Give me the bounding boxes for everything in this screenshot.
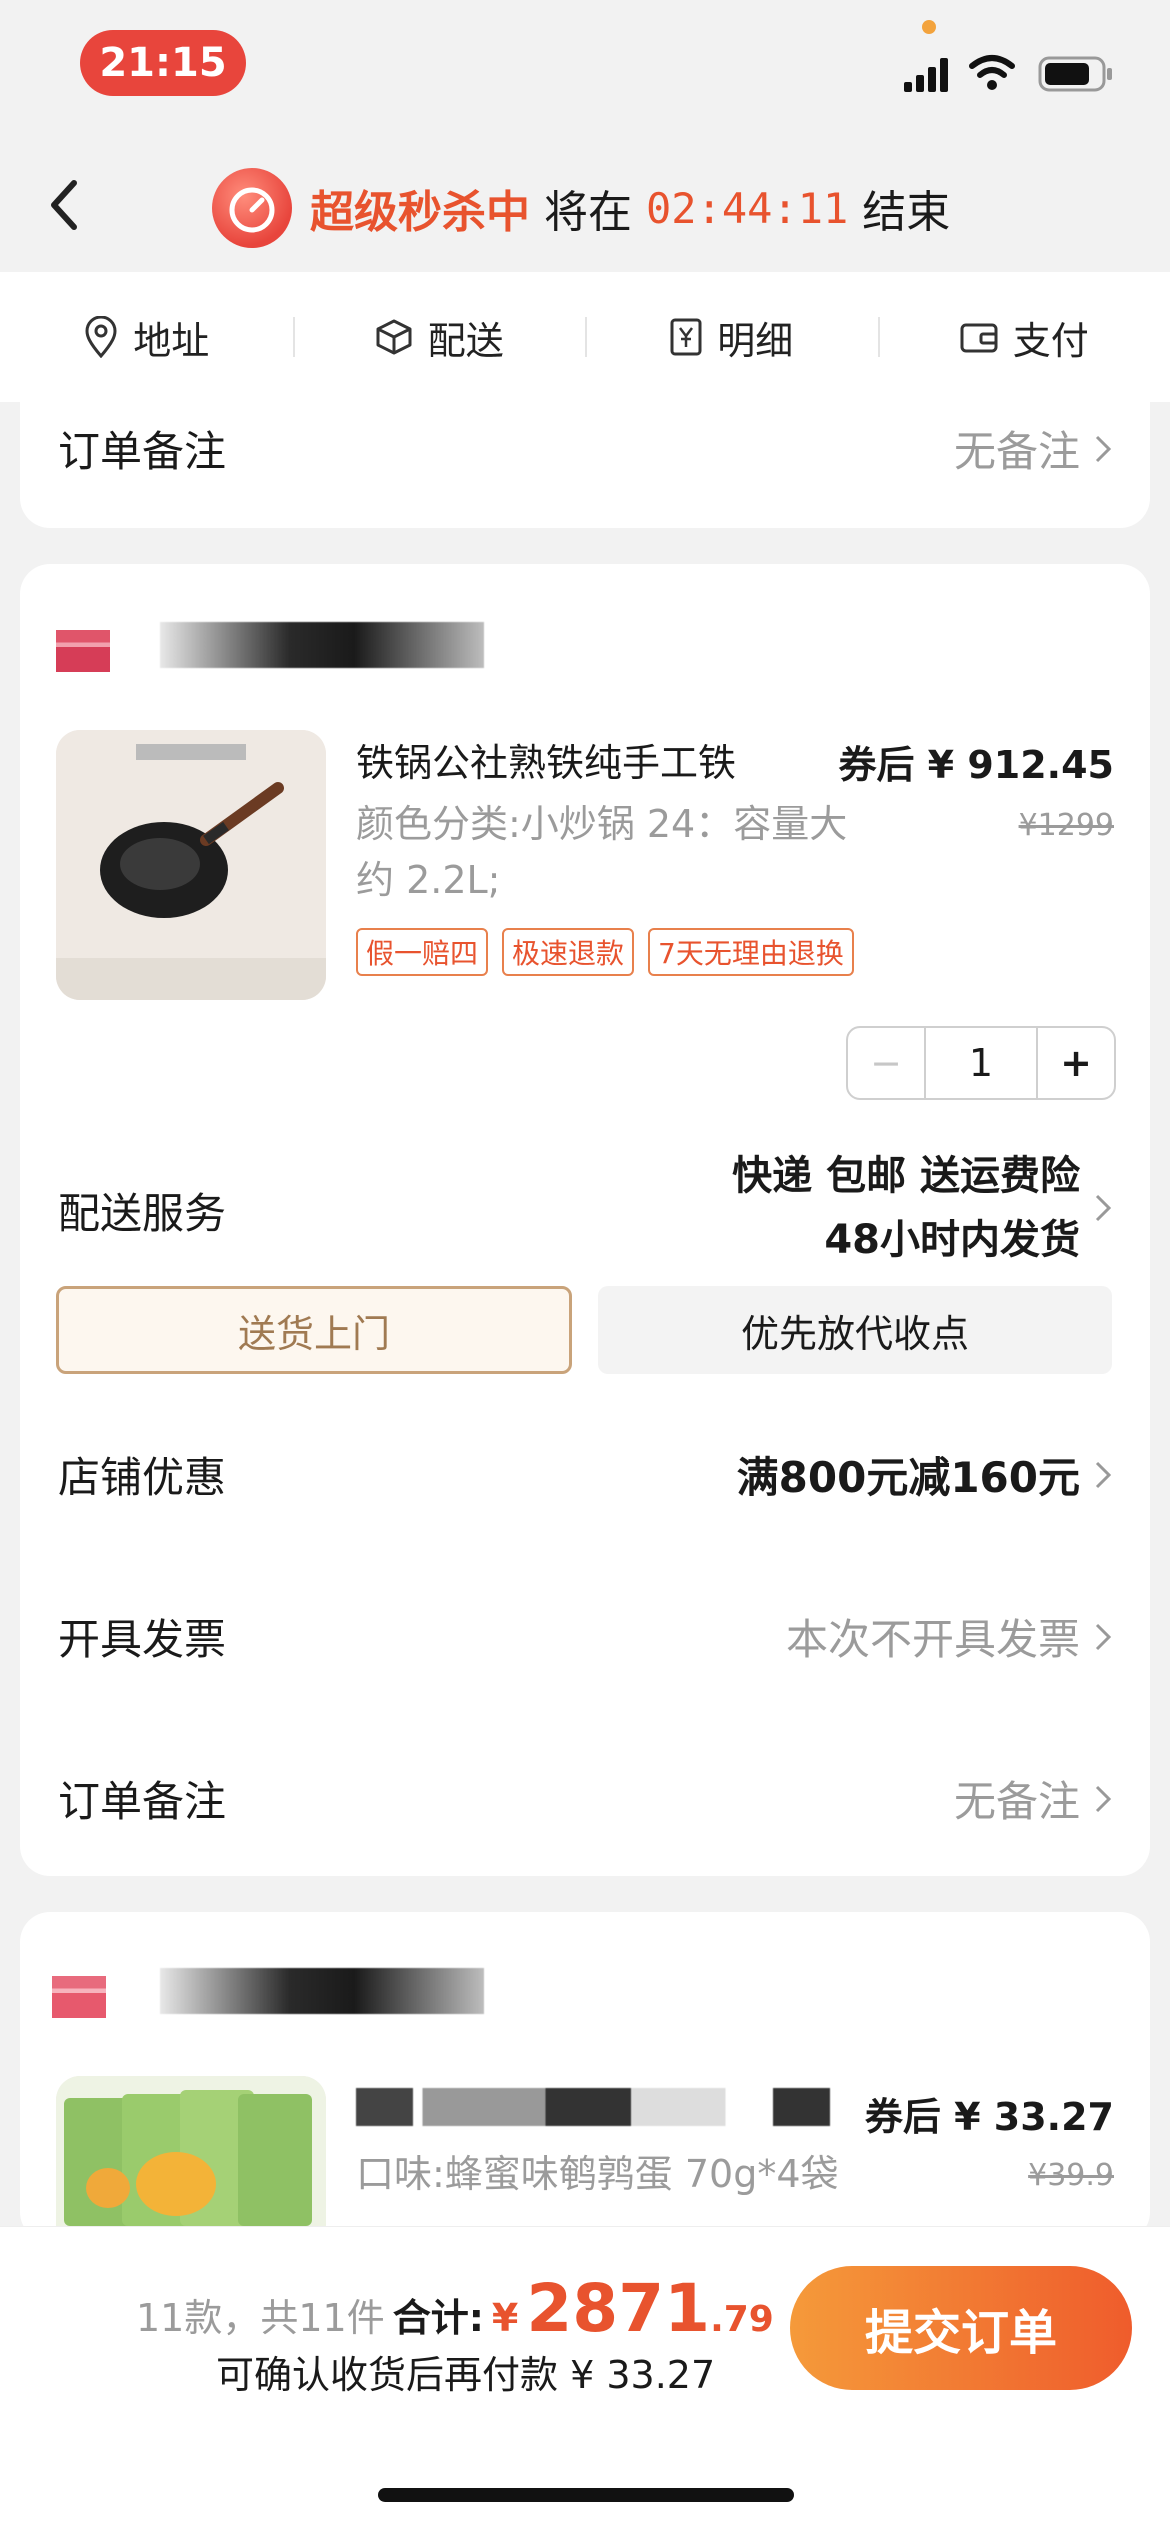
- countdown-prefix: 将在: [544, 176, 632, 240]
- step-details-label: 明细: [717, 310, 793, 365]
- order-note-label: 订单备注: [58, 418, 226, 479]
- shop-name-redacted[interactable]: [160, 1968, 484, 2014]
- home-indicator[interactable]: [378, 2488, 794, 2502]
- total-amount-dec: .79: [710, 2299, 774, 2340]
- order-note-row-1[interactable]: 无备注: [954, 1768, 1112, 1829]
- quantity-value[interactable]: 1: [926, 1028, 1036, 1098]
- shop-logo[interactable]: [52, 1976, 106, 2018]
- wallet-icon: [959, 319, 999, 355]
- invoice-row[interactable]: 本次不开具发票: [786, 1606, 1112, 1667]
- service-tags: 假一赔四 极速退款 7天无理由退换: [356, 928, 854, 976]
- shop-logo[interactable]: [56, 630, 110, 672]
- location-pin-icon: [83, 316, 119, 358]
- submit-order-button[interactable]: 提交订单: [790, 2266, 1132, 2390]
- tag-7day-return: 7天无理由退换: [648, 928, 854, 976]
- item-count: 11款，共11件: [136, 2287, 385, 2342]
- product-title-redacted[interactable]: [356, 2088, 830, 2126]
- chevron-right-icon: [1094, 1460, 1112, 1490]
- pay-later-note: 可确认收货后再付款 ¥ 33.27: [216, 2344, 715, 2399]
- delivery-service-line1: 快递 包邮 送运费险: [732, 1144, 1080, 1208]
- order-note-value: 无备注: [954, 418, 1080, 479]
- product-image-wok[interactable]: [56, 730, 326, 1000]
- delivery-option-pickup[interactable]: 优先放代收点: [598, 1286, 1112, 1374]
- quantity-increase-button[interactable]: +: [1036, 1028, 1114, 1098]
- chevron-right-icon: [1094, 1193, 1112, 1223]
- product-sku-2[interactable]: 口味:蜂蜜味鹌鹑蛋 70g*4袋: [356, 2146, 876, 2226]
- countdown-suffix: 结束: [862, 176, 950, 240]
- invoice-value: 本次不开具发票: [786, 1606, 1080, 1667]
- order-note-row[interactable]: 无备注: [954, 418, 1112, 479]
- product-price-after-coupon: 券后 ¥ 912.45: [838, 734, 1114, 789]
- countdown-timer: 02:44:11: [646, 184, 848, 233]
- privacy-dot-icon: [922, 20, 936, 34]
- yen-receipt-icon: [669, 317, 703, 357]
- total-summary: 11款，共11件 合计: ¥ 2871 .79: [136, 2270, 774, 2347]
- delivery-option-home[interactable]: 送货上门: [56, 1286, 572, 1374]
- chevron-right-icon: [1094, 434, 1112, 464]
- delivery-service-row[interactable]: 快递 包邮 送运费险 48小时内发货: [732, 1144, 1112, 1272]
- flash-sale-title: 超级秒杀中: [310, 176, 530, 240]
- back-arrow-icon[interactable]: [40, 175, 90, 235]
- box-icon: [374, 317, 414, 357]
- flash-sale-banner: 超级秒杀中 将在 02:44:11 结束: [310, 176, 950, 240]
- chevron-right-icon: [1094, 1622, 1112, 1652]
- step-address-label: 地址: [133, 310, 209, 365]
- invoice-label: 开具发票: [58, 1606, 226, 1667]
- battery-icon: [1038, 56, 1114, 92]
- order-note-label-1: 订单备注: [58, 1768, 226, 1829]
- shop-discount-label: 店铺优惠: [58, 1444, 226, 1505]
- total-currency: ¥: [492, 2296, 518, 2340]
- delivery-service-label: 配送服务: [58, 1180, 226, 1241]
- signal-icon: [904, 58, 950, 92]
- shop-name-redacted[interactable]: [160, 622, 484, 668]
- total-label: 合计:: [393, 2287, 484, 2342]
- quantity-decrease-button[interactable]: −: [848, 1028, 926, 1098]
- flash-sale-timer-icon: [212, 168, 292, 248]
- wifi-icon: [968, 54, 1016, 92]
- total-amount-int: 2871: [526, 2270, 710, 2347]
- chevron-right-icon: [1094, 1784, 1112, 1814]
- tag-fake-compensation: 假一赔四: [356, 928, 488, 976]
- product-sku[interactable]: 颜色分类:小炒锅 24：容量大约 2.2L;: [356, 796, 876, 908]
- shop-discount-value: 满800元减160元: [737, 1444, 1080, 1505]
- status-time: 21:15: [80, 30, 246, 96]
- step-delivery-label: 配送: [428, 310, 504, 365]
- shop-discount-row[interactable]: 满800元减160元: [737, 1444, 1112, 1505]
- step-payment-label: 支付: [1013, 310, 1089, 365]
- product-sku-2-text: 口味:蜂蜜味鹌鹑蛋 70g*4袋: [356, 2152, 839, 2196]
- tag-fast-refund: 极速退款: [502, 928, 634, 976]
- delivery-service-line2: 48小时内发货: [732, 1208, 1080, 1272]
- product-title[interactable]: 铁锅公社熟铁纯手工铁: [356, 732, 796, 787]
- product-original-price: ¥1299: [1019, 808, 1114, 843]
- product-original-price-2: ¥39.9: [1028, 2158, 1114, 2193]
- order-note-value-1: 无备注: [954, 1768, 1080, 1829]
- quantity-stepper: − 1 +: [846, 1026, 1116, 1100]
- product-image-quail-eggs[interactable]: [56, 2076, 326, 2226]
- product-price-after-coupon-2: 券后 ¥ 33.27: [865, 2086, 1114, 2141]
